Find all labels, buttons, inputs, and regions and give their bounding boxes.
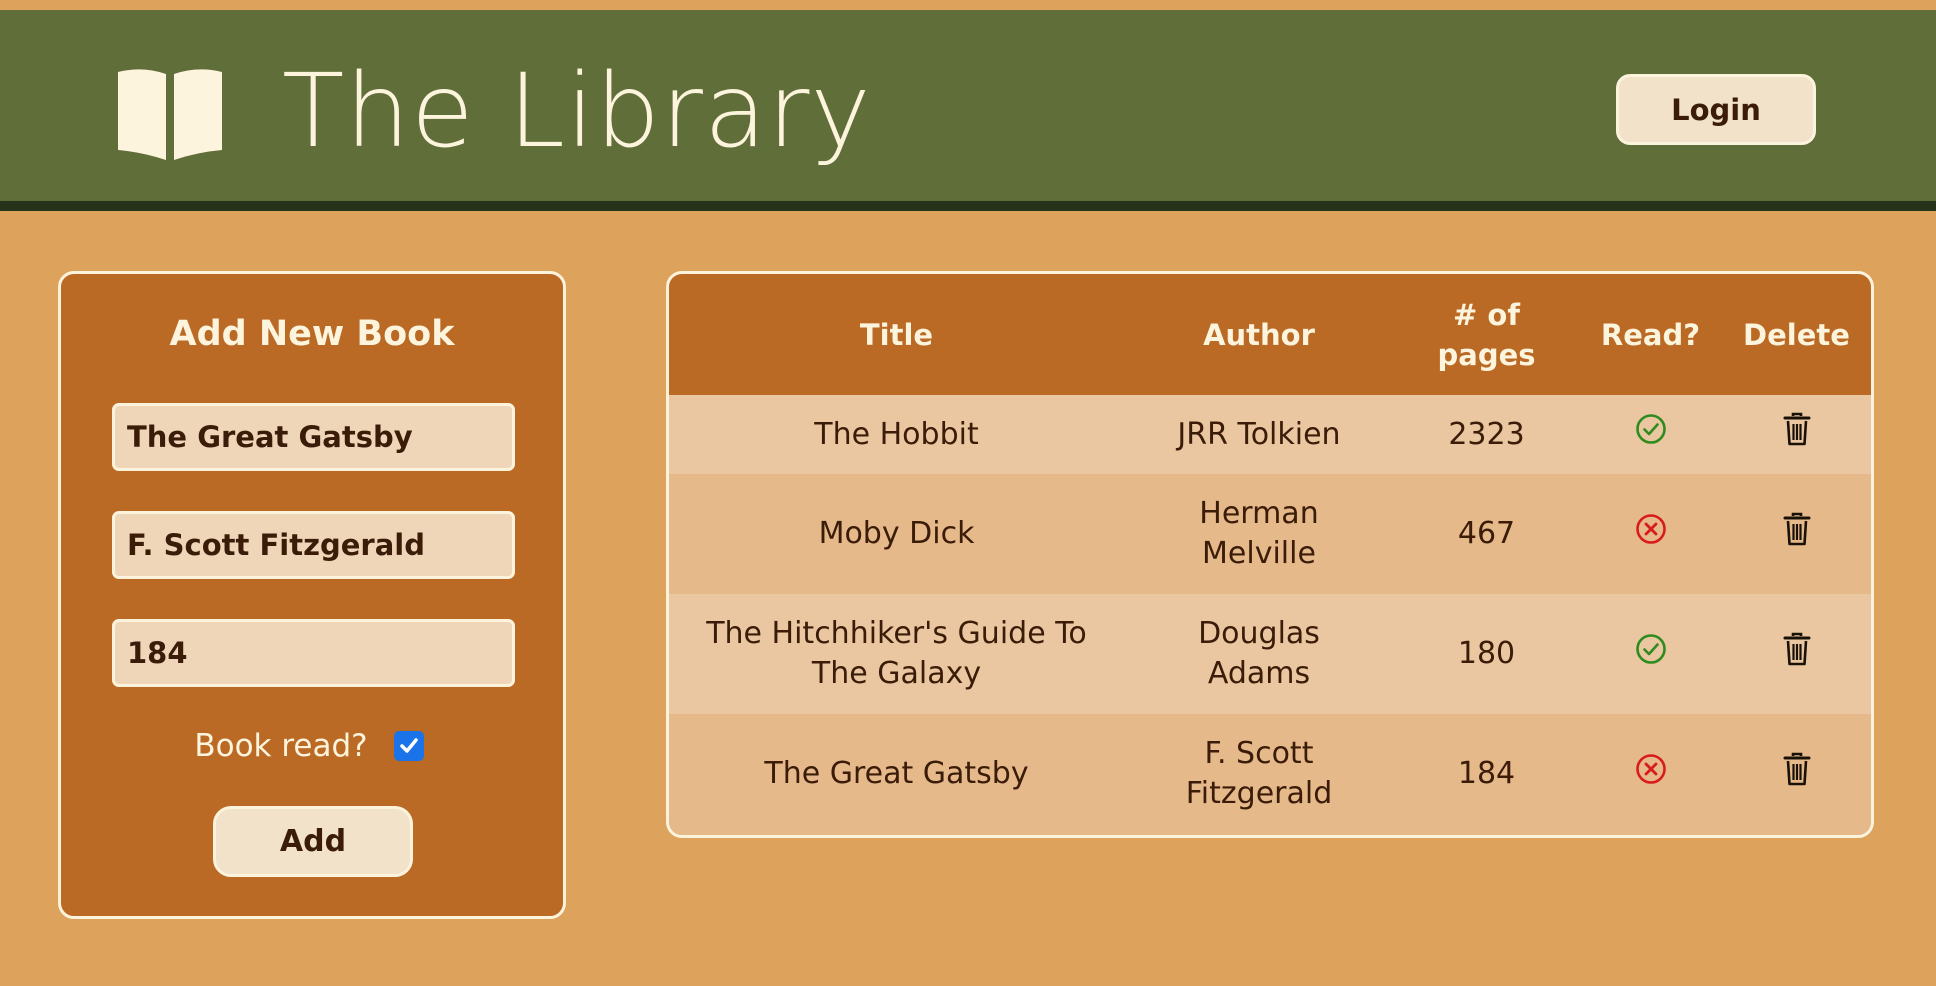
check-circle-icon[interactable]	[1635, 633, 1667, 676]
table-row: The Hitchhiker's Guide To The Galaxy Doug…	[669, 594, 1871, 714]
books-table-panel: Title Author # of pages Read? Delete The…	[666, 271, 1874, 838]
cell-pages: 184	[1457, 756, 1516, 791]
app-header: The Library Login	[0, 10, 1936, 211]
cell-author: F. Scott Fitzgerald	[1185, 736, 1333, 811]
top-strip	[0, 0, 1936, 10]
x-circle-icon[interactable]	[1635, 513, 1667, 556]
check-circle-icon[interactable]	[1635, 413, 1667, 456]
books-table: Title Author # of pages Read? Delete The…	[669, 274, 1871, 834]
form-title: Add New Book	[169, 314, 455, 354]
trash-icon[interactable]	[1783, 752, 1811, 797]
cell-title: The Hitchhiker's Guide To The Galaxy	[706, 616, 1087, 691]
cell-title: Moby Dick	[818, 516, 975, 551]
login-button[interactable]: Login	[1616, 74, 1816, 145]
x-circle-icon[interactable]	[1635, 753, 1667, 796]
cell-delete	[1722, 395, 1871, 474]
cell-delete	[1722, 714, 1871, 834]
cell-author: Douglas Adams	[1198, 616, 1320, 691]
cell-title: The Great Gatsby	[764, 756, 1029, 791]
open-book-icon	[114, 66, 226, 162]
table-row: The Hobbit JRR Tolkien 2323	[669, 395, 1871, 474]
table-row: Moby Dick Herman Melville 467	[669, 474, 1871, 594]
read-label: Book read?	[194, 728, 368, 764]
header-pages: # of pages	[1437, 297, 1536, 372]
pages-input[interactable]	[112, 619, 515, 687]
read-checkbox[interactable]	[393, 731, 424, 761]
cell-read	[1579, 594, 1722, 714]
cell-read	[1579, 395, 1722, 474]
header-delete: Delete	[1743, 317, 1850, 352]
cell-read	[1579, 714, 1722, 834]
cell-pages: 2323	[1448, 416, 1525, 452]
read-row: Book read?	[61, 726, 563, 766]
table-header-row: Title Author # of pages Read? Delete	[669, 274, 1871, 395]
cell-delete	[1722, 474, 1871, 594]
title-input[interactable]	[112, 403, 515, 471]
cell-author: Herman Melville	[1199, 496, 1319, 571]
header-author: Author	[1203, 317, 1315, 352]
cell-title: The Hobbit	[814, 416, 979, 452]
cell-delete	[1722, 594, 1871, 714]
header-read: Read?	[1600, 317, 1701, 352]
header-title: Title	[859, 317, 934, 352]
trash-icon[interactable]	[1783, 632, 1811, 677]
cell-read	[1579, 474, 1722, 594]
cell-pages: 467	[1457, 516, 1516, 551]
trash-icon[interactable]	[1783, 512, 1811, 557]
author-input[interactable]	[112, 511, 515, 579]
table-row: The Great Gatsby F. Scott Fitzgerald 184	[669, 714, 1871, 834]
cell-pages: 180	[1457, 636, 1516, 671]
add-book-form: Add New Book Book read? Add	[58, 271, 566, 919]
cell-author: JRR Tolkien	[1177, 416, 1341, 452]
app-title: The Library	[282, 52, 872, 171]
add-button[interactable]: Add	[213, 806, 413, 877]
trash-icon[interactable]	[1783, 412, 1811, 457]
